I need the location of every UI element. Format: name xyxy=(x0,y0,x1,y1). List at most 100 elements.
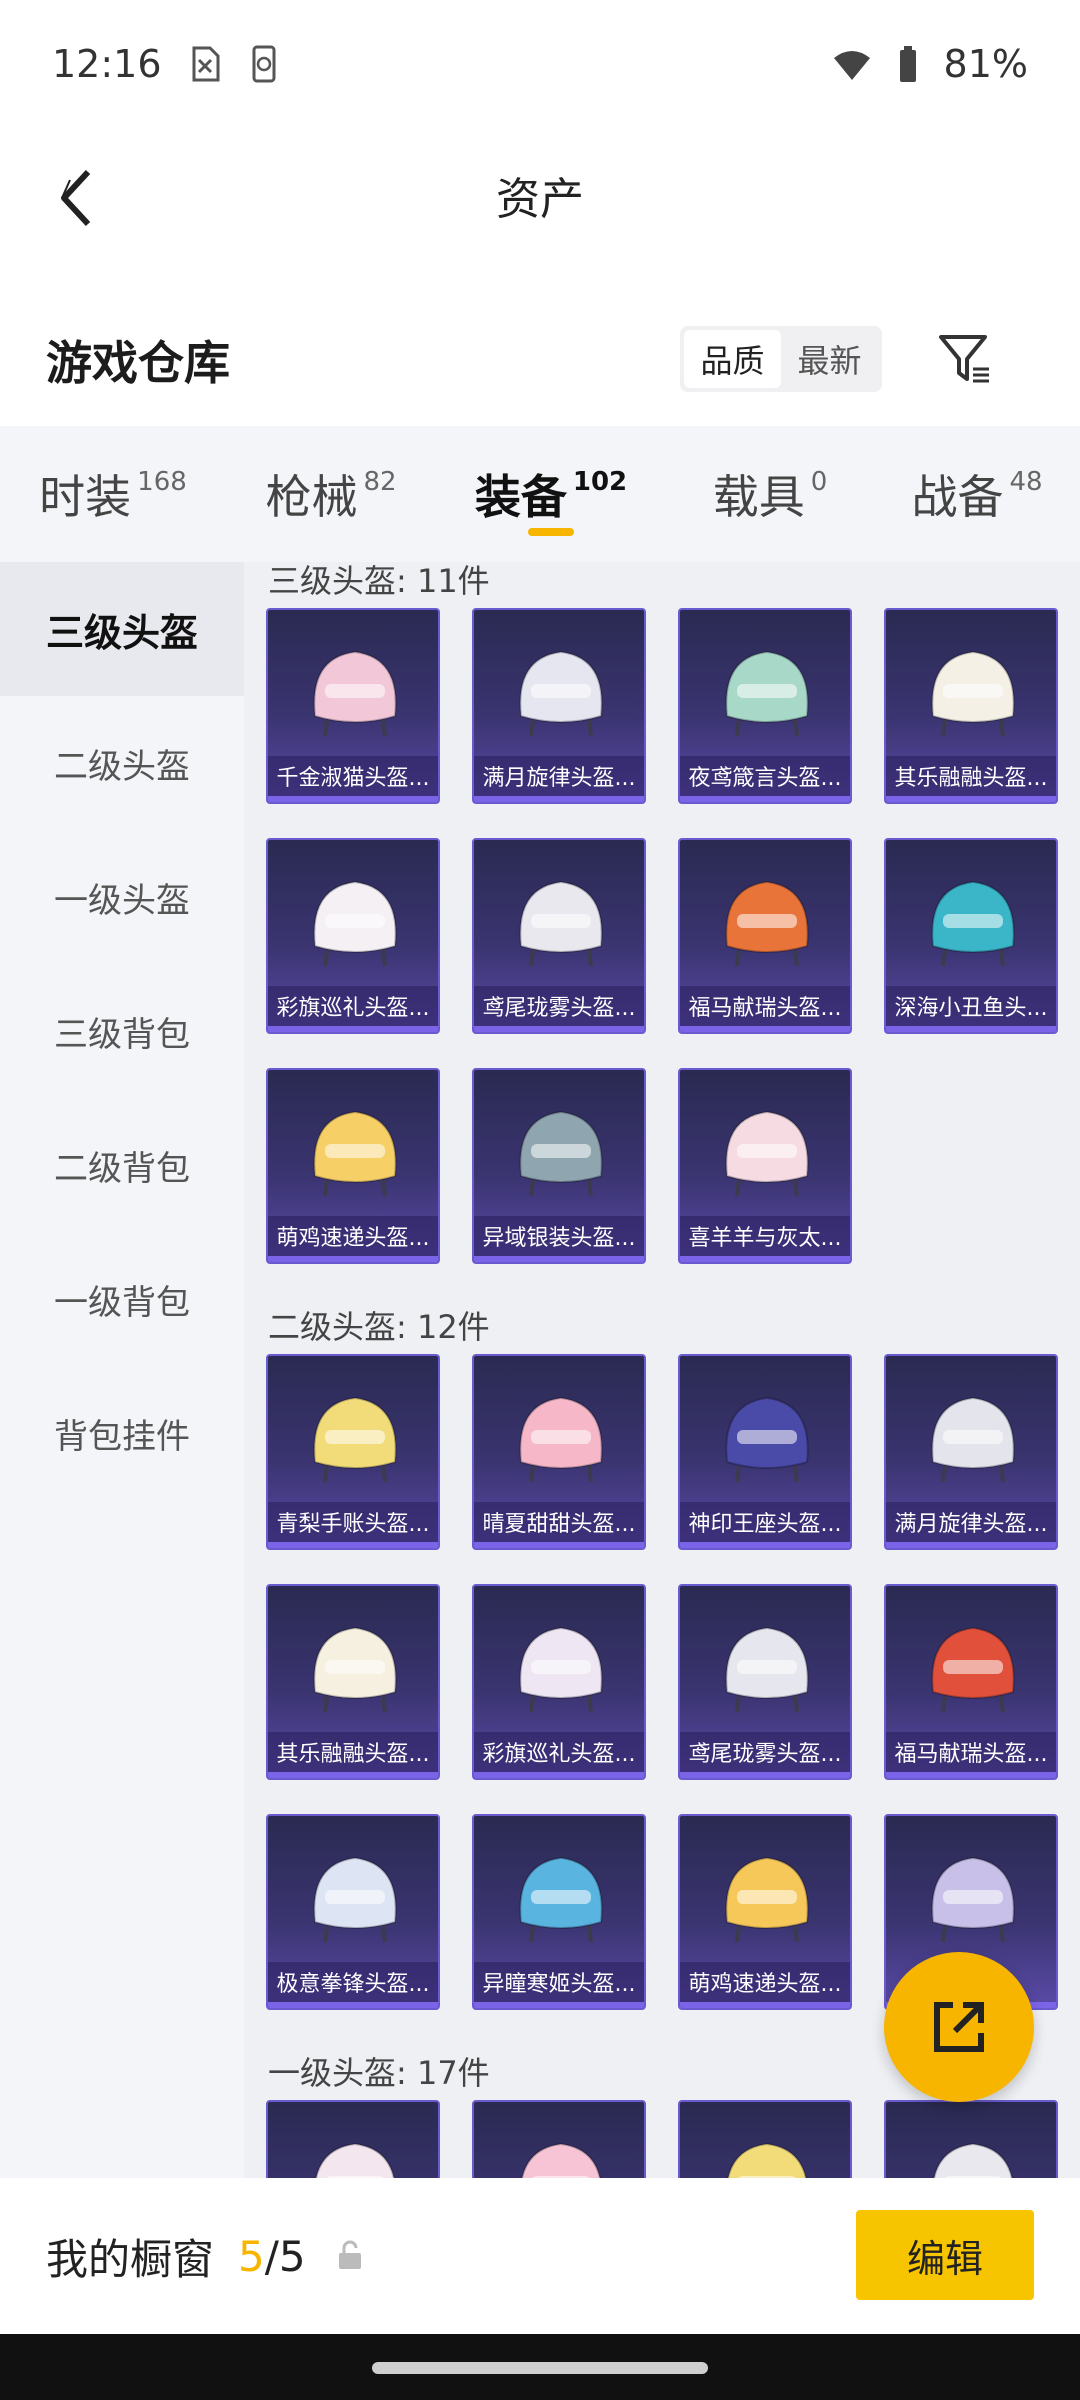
item-card-label: 满月旋律头盔... xyxy=(886,1502,1056,1542)
item-card-label: 极意拳锋头盔... xyxy=(268,1962,438,2002)
helmet-icon xyxy=(931,880,1015,967)
helmet-icon xyxy=(931,1626,1015,1713)
item-card-label: 福马献瑞头盔... xyxy=(886,1732,1056,1772)
body-area: 三级头盔 二级头盔 一级头盔 三级背包 二级背包 一级背包 背包挂件 三级头盔:… xyxy=(0,562,1080,2178)
item-card[interactable]: 异域银装头盔... xyxy=(472,1068,646,1264)
item-card[interactable]: 深海小丑鱼头... xyxy=(884,838,1058,1034)
item-card-label: 鸢尾珑雾头盔... xyxy=(680,1732,850,1772)
helmet-icon xyxy=(725,1396,809,1483)
item-card[interactable]: 鸢尾珑雾头盔... xyxy=(678,1584,852,1780)
tab-count: 168 xyxy=(137,467,187,497)
wifi-icon xyxy=(833,51,870,80)
warehouse-header: 游戏仓库 品质 最新 xyxy=(0,300,1080,420)
battery-level: 81% xyxy=(943,42,1028,86)
sidebar-item-backpack-charm[interactable]: 背包挂件 xyxy=(0,1366,244,1500)
helmet-icon xyxy=(519,1626,603,1713)
home-indicator[interactable] xyxy=(372,2362,708,2374)
item-card-label: 晴夏甜甜头盔... xyxy=(474,1502,644,1542)
helmet-icon xyxy=(725,880,809,967)
showcase-bar: 我的橱窗 5/5 编辑 xyxy=(0,2178,1080,2334)
helmet-icon xyxy=(313,1856,397,1943)
helmet-icon xyxy=(519,880,603,967)
item-card-label: 福马献瑞头盔... xyxy=(680,986,850,1026)
sidebar-item-level3-helmet[interactable]: 三级头盔 xyxy=(0,562,244,696)
item-card[interactable]: 夜鸢箴言头盔... xyxy=(678,608,852,804)
item-card-label: 其乐融融头盔... xyxy=(268,1732,438,1772)
status-bar: 12:16 81% xyxy=(0,0,1080,128)
item-card[interactable]: 福马献瑞头盔... xyxy=(884,1584,1058,1780)
tab-supplies[interactable]: 战备 48 xyxy=(874,426,1080,562)
filter-icon xyxy=(939,335,989,383)
tab-fashion[interactable]: 时装 168 xyxy=(0,426,226,562)
showcase-count: 5/5 xyxy=(238,2232,306,2281)
item-card[interactable]: 彩旗巡礼头盔... xyxy=(266,838,440,1034)
showcase-count-separator: / xyxy=(264,2231,279,2281)
tab-count: 82 xyxy=(363,467,397,497)
item-card[interactable]: 满月旋律头盔... xyxy=(884,1354,1058,1550)
filter-button[interactable] xyxy=(930,324,1000,394)
item-card[interactable]: 晴夏甜甜头盔... xyxy=(472,1354,646,1550)
item-card-label: 深海小丑鱼头... xyxy=(886,986,1056,1026)
item-card[interactable]: 神印王座头盔... xyxy=(678,1354,852,1550)
phone-sync-icon xyxy=(252,45,276,83)
item-card-label: 彩旗巡礼头盔... xyxy=(474,1732,644,1772)
tab-equipment[interactable]: 装备 102 xyxy=(436,426,666,562)
item-card[interactable]: 萌鸡速递头盔... xyxy=(266,1068,440,1264)
helmet-icon xyxy=(933,2142,1013,2178)
tab-guns[interactable]: 枪械 82 xyxy=(226,426,436,562)
helmet-icon xyxy=(931,1856,1015,1943)
share-fab-button[interactable] xyxy=(884,1952,1034,2102)
item-card[interactable]: 满月旋律头盔... xyxy=(472,608,646,804)
sidebar-item-level3-backpack[interactable]: 三级背包 xyxy=(0,964,244,1098)
item-card-label: 异域银装头盔... xyxy=(474,1216,644,1256)
item-card-label: 喜羊羊与灰太... xyxy=(680,1216,850,1256)
sidebar-item-level1-helmet[interactable]: 一级头盔 xyxy=(0,830,244,964)
sidebar-item-level1-backpack[interactable]: 一级背包 xyxy=(0,1232,244,1366)
sort-toggle: 品质 最新 xyxy=(680,326,882,392)
helmet-icon xyxy=(313,880,397,967)
item-card[interactable]: 其乐融融头盔... xyxy=(266,1584,440,1780)
sort-quality-button[interactable]: 品质 xyxy=(684,330,781,388)
helmet-icon xyxy=(519,1396,603,1483)
item-card[interactable]: 其乐融融头盔... xyxy=(884,608,1058,804)
item-card-label: 夜鸢箴言头盔... xyxy=(680,756,850,796)
item-card[interactable]: 彩旗巡礼头盔... xyxy=(472,1584,646,1780)
item-card[interactable] xyxy=(472,2100,646,2178)
item-card[interactable]: 萌鸡速递头盔... xyxy=(678,1814,852,2010)
item-card[interactable]: 喜羊羊与灰太... xyxy=(678,1068,852,1264)
back-button[interactable] xyxy=(36,158,116,238)
sort-newest-button[interactable]: 最新 xyxy=(781,330,878,388)
item-card-label: 青梨手账头盔... xyxy=(268,1502,438,1542)
item-card[interactable] xyxy=(678,2100,852,2178)
edit-button[interactable]: 编辑 xyxy=(856,2210,1034,2300)
item-card[interactable]: 青梨手账头盔... xyxy=(266,1354,440,1550)
showcase-count-total: 5 xyxy=(278,2231,306,2281)
showcase-label: 我的橱窗 xyxy=(46,2234,215,2284)
tab-count: 102 xyxy=(572,467,628,497)
tab-label: 时装 xyxy=(39,470,132,524)
page-title: 资产 xyxy=(496,174,584,225)
helmet-icon xyxy=(725,1110,809,1197)
chevron-left-icon xyxy=(61,169,91,227)
item-card-label: 萌鸡速递头盔... xyxy=(680,1962,850,2002)
sidebar-item-level2-backpack[interactable]: 二级背包 xyxy=(0,1098,244,1232)
warehouse-title: 游戏仓库 xyxy=(46,336,230,390)
item-card[interactable]: 福马献瑞头盔... xyxy=(678,838,852,1034)
item-card[interactable]: 千金淑猫头盔... xyxy=(266,608,440,804)
item-card[interactable]: 异瞳寒姬头盔... xyxy=(472,1814,646,2010)
item-card[interactable]: 鸢尾珑雾头盔... xyxy=(472,838,646,1034)
tab-label: 载具 xyxy=(712,470,805,524)
helmet-icon xyxy=(725,1856,809,1943)
item-card[interactable] xyxy=(884,2100,1058,2178)
helmet-icon xyxy=(521,2142,601,2178)
sim-off-icon xyxy=(192,46,220,82)
item-card[interactable]: 极意拳锋头盔... xyxy=(266,1814,440,2010)
sidebar-item-level2-helmet[interactable]: 二级头盔 xyxy=(0,696,244,830)
helmet-icon xyxy=(931,1396,1015,1483)
tab-vehicles[interactable]: 载具 0 xyxy=(666,426,874,562)
battery-icon xyxy=(899,46,916,82)
item-card[interactable] xyxy=(266,2100,440,2178)
showcase-count-current: 5 xyxy=(238,2231,265,2281)
tab-count: 0 xyxy=(810,467,828,497)
tab-label: 枪械 xyxy=(265,470,358,524)
